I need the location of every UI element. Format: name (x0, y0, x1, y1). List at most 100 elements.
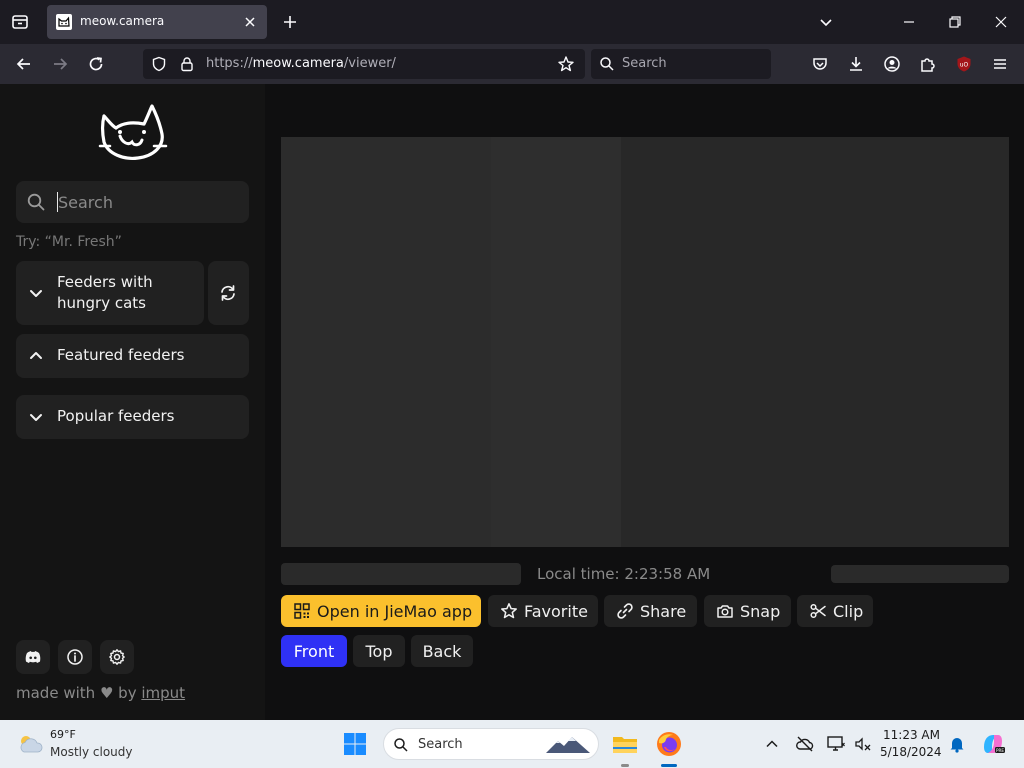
info-button[interactable] (58, 640, 92, 674)
browser-tab-bar: meow.camera (0, 0, 1024, 44)
accordion-label: Popular feeders (57, 407, 175, 425)
taskbar-search[interactable]: Search (383, 728, 599, 760)
viewer-main: Local time: 2:23:58 AM Open in JieMao ap… (265, 84, 1024, 720)
hamburger-menu-icon[interactable] (988, 52, 1012, 76)
favorite-label: Favorite (524, 601, 588, 621)
search-input[interactable] (56, 181, 236, 223)
ublock-origin-icon[interactable]: uO (952, 52, 976, 76)
tab-title: meow.camera (80, 14, 165, 28)
qr-icon (293, 602, 311, 620)
weather-description[interactable]: Mostly cloudy (50, 745, 133, 759)
bookmark-star-icon[interactable] (557, 55, 575, 73)
url-scheme: https:// (206, 56, 253, 71)
windows-start-icon[interactable] (341, 730, 369, 758)
camera-icon (716, 602, 734, 620)
discord-button[interactable] (16, 640, 50, 674)
clip-button[interactable]: Clip (797, 595, 873, 627)
svg-text:PRE: PRE (996, 748, 1004, 753)
chevron-down-icon (28, 409, 44, 425)
open-in-app-label: Open in JieMao app (317, 601, 473, 621)
onedrive-offline-icon[interactable] (795, 734, 815, 754)
favorite-button[interactable]: Favorite (488, 595, 598, 627)
accordion-label: Feeders with hungry cats (57, 273, 153, 312)
clip-label: Clip (833, 601, 864, 621)
search-icon (26, 192, 46, 212)
pocket-icon[interactable] (808, 52, 832, 76)
clock-time[interactable]: 11:23 AM (880, 728, 940, 742)
windows-taskbar: 69°F Mostly cloudy Search 11:23 AM 5/18/… (0, 720, 1024, 768)
tab-list-icon[interactable] (8, 10, 32, 34)
display-icon[interactable] (826, 734, 846, 754)
window-minimize-icon[interactable] (897, 10, 921, 34)
address-bar[interactable]: https://meow.camera/viewer/ (143, 49, 585, 79)
download-icon[interactable] (844, 52, 868, 76)
close-tab-icon[interactable] (241, 13, 259, 31)
link-icon (616, 602, 634, 620)
refresh-hungry-button[interactable] (208, 261, 249, 325)
text-caret (57, 192, 58, 212)
search-hint: Try: “Mr. Fresh” (16, 234, 122, 250)
accordion-featured-feeders[interactable]: Featured feeders (16, 334, 249, 378)
url-path: /viewer/ (343, 56, 396, 71)
url-host: meow.camera (252, 56, 344, 71)
chevron-down-icon (28, 285, 44, 301)
star-icon (500, 602, 518, 620)
browser-search-placeholder: Search (622, 56, 667, 71)
open-in-app-button[interactable]: Open in JieMao app (281, 595, 481, 627)
scissors-icon (809, 602, 827, 620)
new-tab-icon[interactable] (278, 10, 302, 34)
discord-icon (24, 648, 42, 666)
video-placeholder-band (281, 137, 491, 547)
url-text: https://meow.camera/viewer/ (206, 56, 396, 71)
camera-video-player[interactable] (281, 137, 1009, 547)
reload-icon[interactable] (84, 52, 108, 76)
video-placeholder-band (491, 137, 621, 547)
firefox-icon[interactable] (655, 730, 683, 758)
shield-icon[interactable] (151, 56, 167, 72)
share-button[interactable]: Share (604, 595, 697, 627)
imput-link[interactable]: imput (141, 684, 185, 702)
view-top-button[interactable]: Top (353, 635, 405, 667)
search-icon (599, 56, 615, 72)
weather-temperature[interactable]: 69°F (50, 728, 76, 741)
forward-arrow-icon[interactable] (48, 52, 72, 76)
snap-label: Snap (740, 601, 781, 621)
settings-button[interactable] (100, 640, 134, 674)
window-restore-icon[interactable] (943, 10, 967, 34)
video-placeholder-band (621, 137, 1009, 547)
view-front-button[interactable]: Front (281, 635, 347, 667)
window-close-icon[interactable] (989, 10, 1013, 34)
snap-button[interactable]: Snap (704, 595, 791, 627)
chevron-down-icon[interactable] (814, 10, 838, 34)
accordion-hungry-cats[interactable]: Feeders with hungry cats (16, 261, 204, 325)
meow-camera-logo-icon[interactable] (98, 102, 168, 164)
account-icon[interactable] (880, 52, 904, 76)
app-active-indicator (661, 764, 677, 767)
chevron-up-icon[interactable] (762, 734, 782, 754)
mountain-highlight-icon (544, 733, 592, 757)
footer-credit: made with ♥ by imput (16, 684, 185, 702)
accordion-label: Featured feeders (57, 346, 185, 364)
clock-date[interactable]: 5/18/2024 (880, 745, 942, 759)
feeder-info-skeleton (831, 565, 1009, 583)
heart-icon: ♥ (99, 684, 114, 702)
notification-bell-icon[interactable] (947, 734, 967, 754)
feeder-name-skeleton (281, 563, 521, 585)
file-explorer-icon[interactable] (611, 730, 639, 758)
copilot-icon[interactable]: PRE (979, 730, 1007, 758)
app-running-indicator (621, 764, 629, 767)
cloudy-weather-icon[interactable] (16, 732, 44, 756)
extensions-puzzle-icon[interactable] (916, 52, 940, 76)
by-text: by (118, 684, 137, 702)
feeder-search-box[interactable] (16, 181, 249, 223)
browser-search-bar[interactable]: Search (591, 49, 771, 79)
back-arrow-icon[interactable] (12, 52, 36, 76)
accordion-popular-feeders[interactable]: Popular feeders (16, 395, 249, 439)
gear-icon (108, 648, 126, 666)
view-back-button[interactable]: Back (411, 635, 473, 667)
local-time: Local time: 2:23:58 AM (537, 565, 711, 583)
refresh-icon (219, 284, 237, 302)
browser-tab[interactable]: meow.camera (47, 5, 267, 39)
lock-icon[interactable] (179, 56, 195, 72)
network-sound-icon[interactable] (853, 734, 873, 754)
